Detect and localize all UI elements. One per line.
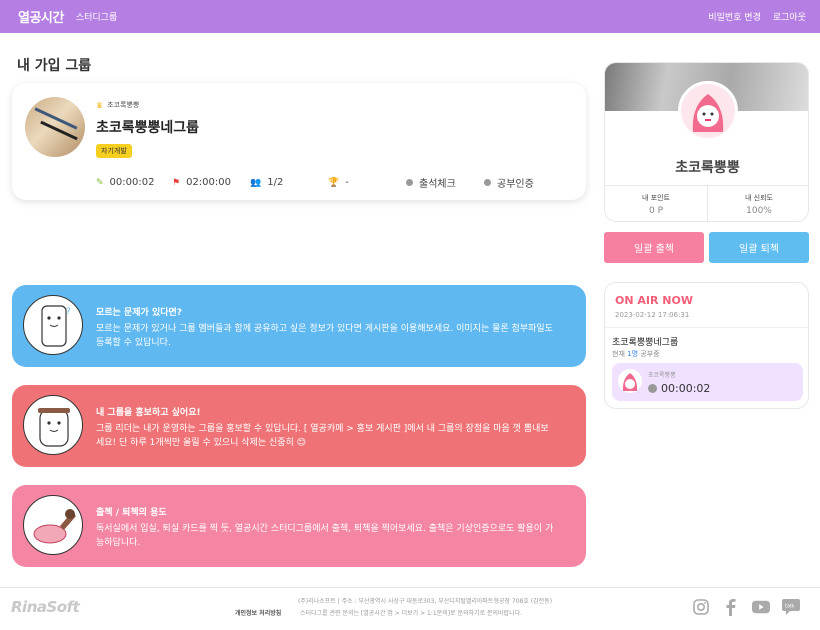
footer-contact: 스터디그룹 관련 문의는 [열공시간 앱 > 더보기 > 1:1문의]로 문의하… — [300, 610, 523, 617]
count-value: 1명 — [627, 350, 639, 358]
profile-name: 초코록뿡뿡 — [675, 160, 740, 176]
rank-value: - — [345, 177, 349, 188]
on-air-datetime: 2023-02-12 17:06:31 — [615, 311, 690, 319]
stat-rank: 🏆 - — [328, 177, 406, 188]
trust-label: 내 신뢰도 — [745, 194, 773, 202]
info-title: 내 그룹을 홍보하고 싶어요! — [96, 408, 201, 418]
info-title: 모르는 문제가 있다면? — [96, 308, 183, 318]
top-nav: 열공시간 스터디그룹 비밀번호 변경 로그아웃 — [0, 0, 820, 33]
points-stat: 내 포인트 0 P — [605, 186, 708, 221]
owner-name: 초코록뿡뿡 — [107, 101, 140, 109]
study-verify-status[interactable]: 공부인증 — [484, 175, 534, 190]
info-desc: 그룹 리더는 내가 운영하는 그룹을 홍보할 수 있답니다. [ 열공카페 > … — [96, 424, 549, 448]
count-suffix: 공부중 — [640, 350, 660, 358]
kakao-talk-icon[interactable]: talk — [782, 598, 800, 616]
divider — [605, 327, 808, 328]
stat-study-time: ✎ 00:00:02 — [96, 177, 172, 188]
group-card[interactable]: ♛ 초코록뿡뿡 초코록뿡뿡네그룹 자기개발 ✎ 00:00:02 ⚑ 02:00… — [12, 83, 586, 200]
stat-members: 👥 1/2 — [250, 177, 328, 188]
study-verify-label: 공부인증 — [497, 179, 534, 190]
footer-address: (주)리나소프트 | 주소 : 부산광역시 사상구 대동로303, 부산디지털밸… — [297, 598, 553, 605]
clock-icon — [648, 384, 657, 393]
info-card-promotion: 내 그룹을 홍보하고 싶어요! 그룹 리더는 내가 운영하는 그룹을 홍보할 수… — [12, 385, 586, 467]
facebook-icon[interactable] — [722, 598, 740, 616]
check-stamp-icon — [23, 495, 83, 555]
member-name: 초코록뿡뿡 — [648, 372, 676, 379]
group-name: 초코록뿡뿡네그룹 — [96, 120, 200, 136]
instagram-icon[interactable] — [692, 598, 710, 616]
question-character-icon: ? — [23, 295, 83, 355]
info-desc: 모르는 문제가 있거나 그룹 멤버들과 함께 공유하고 싶은 정보가 있다면 게… — [96, 324, 553, 348]
nav-study-group[interactable]: 스터디그룹 — [76, 10, 117, 23]
trust-value: 100% — [746, 206, 772, 216]
group-stats: ✎ 00:00:02 ⚑ 02:00:00 👥 1/2 🏆 - 출석체크 공부인… — [96, 175, 534, 190]
footer-divider — [0, 587, 820, 588]
youtube-icon[interactable] — [752, 598, 770, 616]
profile-avatar[interactable] — [678, 81, 738, 141]
member-timer: 00:00:02 — [648, 382, 710, 395]
info-card-checkin: 출첵 / 퇴첵의 용도 독서실에서 입실, 퇴실 카드를 찍 듯, 열공시간 스… — [12, 485, 586, 567]
app-logo[interactable]: 열공시간 — [18, 7, 64, 26]
group-thumbnail — [25, 97, 85, 157]
bulk-check-out-button[interactable]: 일괄 퇴첵 — [709, 232, 809, 263]
promotion-character-icon — [23, 395, 83, 455]
on-air-count: 현재 1명 공부중 — [612, 349, 660, 359]
profile-stats: 내 포인트 0 P 내 신뢰도 100% — [605, 185, 808, 221]
study-time-value: 00:00:02 — [109, 177, 155, 188]
members-icon: 👥 — [250, 177, 262, 188]
on-air-card: ON AIR NOW 2023-02-12 17:06:31 초코록뿡뿡네그룹 … — [604, 282, 809, 409]
attendance-status[interactable]: 출석체크 — [406, 175, 484, 190]
svg-text:talk: talk — [785, 604, 794, 610]
bulk-check-in-button[interactable]: 일괄 출첵 — [604, 232, 704, 263]
group-tag: 자기개발 — [96, 144, 132, 158]
profile-card: 초코록뿡뿡 내 포인트 0 P 내 신뢰도 100% — [604, 62, 809, 222]
info-card-question: ? 모르는 문제가 있다면? 모르는 문제가 있거나 그룹 멤버들과 함께 공유… — [12, 285, 586, 367]
info-title: 출첵 / 퇴첵의 용도 — [96, 508, 167, 518]
change-password-link[interactable]: 비밀번호 변경 — [708, 10, 761, 23]
points-label: 내 포인트 — [642, 194, 670, 202]
attendance-dot-icon — [406, 179, 413, 186]
logout-link[interactable]: 로그아웃 — [773, 10, 806, 23]
member-time: 00:00:02 — [661, 382, 711, 395]
social-links: talk — [692, 598, 800, 616]
goal-time-value: 02:00:00 — [186, 177, 231, 188]
on-air-group-name[interactable]: 초코록뿡뿡네그룹 — [612, 335, 678, 348]
trust-stat: 내 신뢰도 100% — [708, 186, 808, 221]
privacy-policy-link[interactable]: 개인정보 처리방침 — [235, 608, 281, 617]
points-value: 0 P — [648, 206, 663, 216]
pencil-icon: ✎ — [96, 177, 104, 188]
on-air-title: ON AIR NOW — [615, 294, 693, 307]
verify-dot-icon — [484, 179, 491, 186]
attendance-label: 출석체크 — [419, 179, 456, 190]
page-title: 내 가입 그룹 — [17, 58, 92, 74]
flag-icon: ⚑ — [172, 177, 181, 188]
studying-member[interactable]: 초코록뿡뿡 00:00:02 — [612, 363, 803, 401]
trophy-icon: 🏆 — [328, 177, 340, 188]
count-prefix: 현재 — [612, 350, 625, 358]
member-avatar — [618, 369, 642, 393]
svg-text:?: ? — [66, 307, 71, 317]
stat-goal-time: ⚑ 02:00:00 — [172, 177, 250, 188]
info-desc: 독서실에서 입실, 퇴실 카드를 찍 듯, 열공시간 스터디그룹에서 출첵, 퇴… — [96, 524, 554, 548]
members-value: 1/2 — [267, 177, 284, 188]
crown-icon: ♛ — [96, 100, 104, 110]
nav-right: 비밀번호 변경 로그아웃 — [708, 10, 806, 23]
group-owner: ♛ 초코록뿡뿡 — [96, 100, 139, 110]
